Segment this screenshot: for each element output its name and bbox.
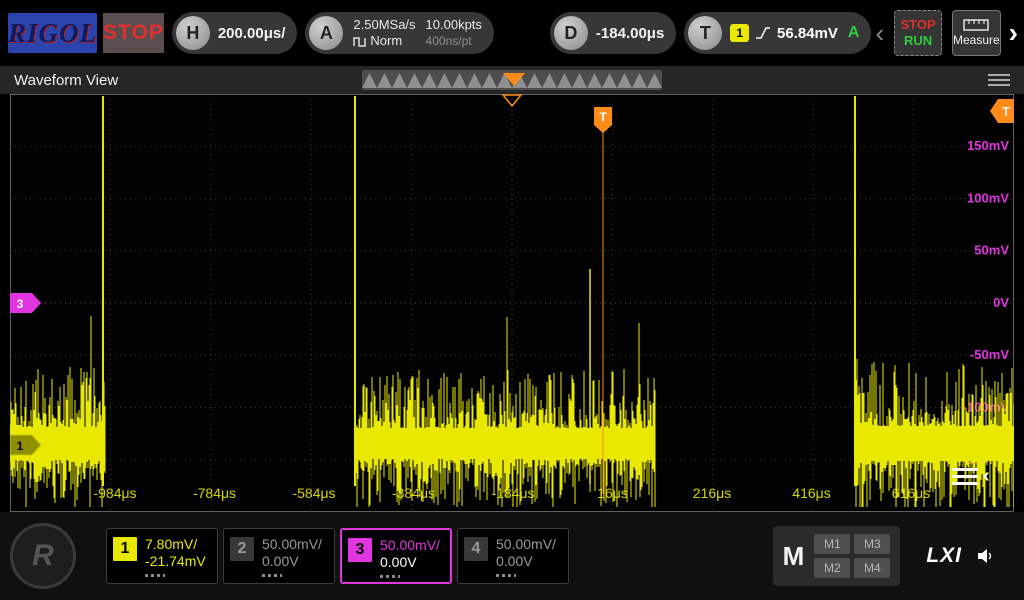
trigger-level-value: 56.84mV — [777, 25, 838, 42]
channel-2-box[interactable]: 2 50.00mV/ 0.00V — [223, 528, 335, 584]
trigger-slope-icon — [755, 25, 771, 41]
d-icon: D — [554, 16, 588, 50]
acquire-mode-value: Norm — [370, 33, 402, 49]
channel-4-number: 4 — [464, 537, 488, 561]
channel-2-number: 2 — [230, 537, 254, 561]
trigger-level-label: T — [1002, 105, 1010, 119]
channel-3-box[interactable]: 3 50.00mV/ 0.00V — [340, 528, 452, 584]
stop-run-button[interactable]: STOP RUN — [894, 10, 942, 56]
sample-interval-value: 400ns/pt — [426, 33, 482, 49]
channel-4-scale: 50.00mV/ — [496, 536, 556, 553]
channel-1-coupling-icon — [145, 574, 165, 577]
ch3-marker-label: 3 — [17, 297, 24, 311]
math-label: M — [783, 541, 805, 572]
voltage-label: 150mV — [967, 138, 1009, 153]
t-icon: T — [688, 16, 722, 50]
channel-2-scale: 50.00mV/ — [262, 536, 322, 553]
acquisition-settings-button[interactable]: A 2.50MSa/s Norm 10.00kpts 400ns/pt — [305, 12, 494, 54]
measure-label: Measure — [953, 33, 1000, 47]
menu-icon[interactable] — [988, 74, 1010, 86]
trigger-source-badge: 1 — [730, 24, 749, 42]
acquisition-status: STOP — [103, 13, 164, 53]
horizontal-settings-button[interactable]: H 200.00μs/ — [172, 12, 298, 54]
acquire-mode-icon — [353, 34, 366, 48]
trigger-status: A — [848, 24, 860, 42]
channel-2-offset: 0.00V — [262, 553, 322, 570]
a-icon: A — [309, 16, 343, 50]
trigger-flag-label: T — [599, 110, 607, 124]
math-panel: M M1 M3 M2 M4 — [773, 526, 901, 586]
rigol-logo: RIGOL — [8, 13, 97, 53]
voltage-label: -50mV — [970, 347, 1009, 362]
toolbar-next-icon[interactable]: › — [1009, 19, 1018, 47]
h-icon: H — [176, 16, 210, 50]
channel-4-box[interactable]: 4 50.00mV/ 0.00V — [457, 528, 569, 584]
bottom-status-bar: R 1 7.80mV/ -21.74mV 2 50.00mV/ 0.00V 3 … — [0, 512, 1024, 600]
memory-depth-value: 10.00kpts — [426, 17, 482, 33]
time-label: -584μs — [292, 485, 335, 501]
collapse-chevron-icon: ‹ — [983, 466, 990, 486]
waveform-view-tabbar: Waveform View — [0, 66, 1024, 94]
sample-rate-value: 2.50MSa/s — [353, 17, 415, 33]
channel-3-number: 3 — [348, 538, 372, 562]
stop-label: STOP — [900, 17, 935, 33]
math-m2-button[interactable]: M2 — [814, 558, 850, 578]
delay-value: -184.00μs — [596, 25, 664, 42]
top-toolbar: RIGOL STOP H 200.00μs/ A 2.50MSa/s Norm … — [0, 0, 1024, 66]
ruler-icon — [963, 19, 989, 31]
channel-1-offset: -21.74mV — [145, 553, 206, 570]
waveform-view-title: Waveform View — [14, 72, 118, 89]
horizontal-scale-value: 200.00μs/ — [218, 25, 286, 42]
run-label: RUN — [904, 33, 932, 49]
time-label: -984μs — [93, 485, 136, 501]
math-m3-button[interactable]: M3 — [854, 534, 890, 554]
menu-lines-icon — [952, 468, 978, 485]
oscilloscope-screen: RIGOL STOP H 200.00μs/ A 2.50MSa/s Norm … — [0, 0, 1024, 600]
time-label: 416μs — [792, 485, 830, 501]
delay-settings-button[interactable]: D -184.00μs — [550, 12, 676, 54]
channel-1-number: 1 — [113, 537, 137, 561]
rigol-badge-icon: R — [10, 523, 76, 589]
voltage-label: 100mV — [967, 190, 1009, 205]
ch1-marker-label: 1 — [17, 439, 24, 453]
speaker-icon[interactable] — [976, 547, 996, 565]
horizontal-position-scrollbar[interactable] — [362, 70, 662, 90]
measure-button[interactable]: Measure — [952, 10, 1001, 56]
channel-4-coupling-icon — [496, 574, 516, 577]
ch3-position-marker[interactable] — [10, 293, 41, 313]
voltage-label: 50mV — [974, 243, 1009, 258]
channel-3-scale: 50.00mV/ — [380, 537, 440, 554]
channel-2-coupling-icon — [262, 574, 282, 577]
math-m1-button[interactable]: M1 — [814, 534, 850, 554]
channel-3-coupling-icon — [380, 575, 400, 578]
grid-menu-toggle[interactable]: ‹ — [952, 466, 990, 486]
time-label: 216μs — [693, 485, 731, 501]
math-m4-button[interactable]: M4 — [854, 558, 890, 578]
channel-3-offset: 0.00V — [380, 554, 440, 571]
channel-4-offset: 0.00V — [496, 553, 556, 570]
waveform-grid: 150mV100mV50mV0V-50mV-100mV-150mV-984μs-… — [10, 94, 1014, 512]
trigger-settings-button[interactable]: T 1 56.84mV A — [684, 12, 871, 54]
channel-1-box[interactable]: 1 7.80mV/ -21.74mV — [106, 528, 218, 584]
lxi-logo: LXI — [926, 544, 962, 568]
channel-1-scale: 7.80mV/ — [145, 536, 206, 553]
toolbar-prev-icon[interactable]: ‹ — [871, 20, 888, 46]
lxi-panel: LXI — [926, 544, 996, 568]
time-label: -784μs — [193, 485, 236, 501]
voltage-label: 0V — [993, 295, 1009, 310]
